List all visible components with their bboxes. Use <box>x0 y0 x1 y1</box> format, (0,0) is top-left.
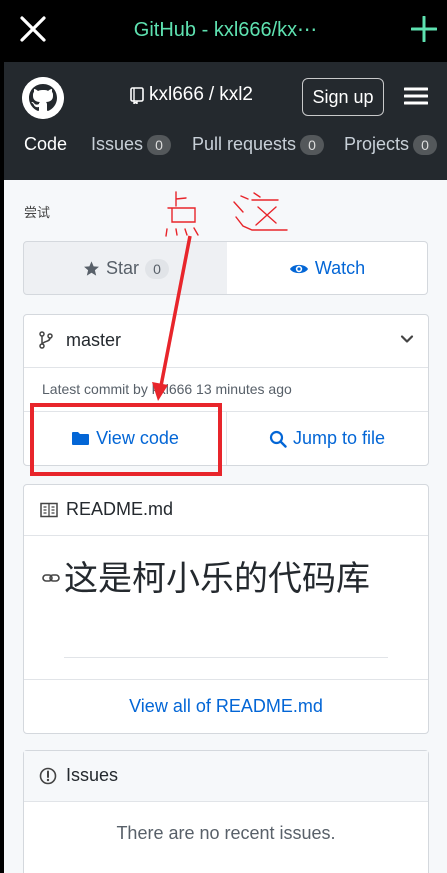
issues-panel: Issues There are no recent issues. <box>23 750 429 873</box>
readme-panel: README.md 这是柯小乐的代码库 View all of README.m… <box>23 484 429 734</box>
star-button[interactable]: Star 0 <box>23 241 229 295</box>
repo-name-link[interactable]: kxl2 <box>219 84 253 106</box>
tab-label: Code <box>24 134 68 154</box>
plus-icon[interactable] <box>411 16 437 42</box>
latest-commit-text: Latest commit by kxl666 13 minutes ago <box>42 381 292 397</box>
heading-divider <box>64 657 388 658</box>
close-icon[interactable] <box>18 14 48 44</box>
eye-icon <box>289 264 308 273</box>
view-all-readme-link[interactable]: View all of README.md <box>24 679 428 734</box>
tab-issues[interactable]: Issues 0 <box>91 134 172 155</box>
tab-code[interactable]: Code <box>24 134 67 155</box>
star-icon <box>84 261 99 276</box>
folder-icon <box>72 432 90 445</box>
repo-path: kxl666 / kxl2 <box>130 84 253 106</box>
view-code-button[interactable]: View code <box>24 412 227 465</box>
projects-count-badge: 0 <box>413 134 438 155</box>
branch-panel: master Latest commit by kxl666 13 minute… <box>23 314 429 466</box>
view-code-label: View code <box>96 428 179 448</box>
browser-top-bar: GitHub - kxl666/kx⋯ <box>4 0 447 62</box>
issues-count-badge: 0 <box>147 134 172 155</box>
link-icon[interactable] <box>42 571 60 585</box>
star-label: Star <box>105 258 139 278</box>
pull-requests-count-badge: 0 <box>300 134 325 155</box>
watch-button[interactable]: Watch <box>227 241 428 295</box>
readme-heading: 这是柯小乐的代码库 <box>64 560 370 598</box>
repo-separator: / <box>208 84 215 105</box>
issues-header: Issues <box>24 751 428 802</box>
chevron-down-icon <box>400 335 414 343</box>
no-issues-text: There are no recent issues. <box>116 823 336 843</box>
sign-up-button[interactable]: Sign up <box>302 78 384 116</box>
tab-pull-requests[interactable]: Pull requests 0 <box>192 134 325 155</box>
repo-icon <box>130 86 144 104</box>
search-icon <box>269 430 287 448</box>
code-actions: View code Jump to file <box>24 411 428 465</box>
branch-selector[interactable]: master <box>24 315 428 368</box>
browser-title: GitHub - kxl666/kx⋯ <box>133 19 318 41</box>
repo-owner-link[interactable]: kxl666 <box>149 84 204 106</box>
tab-label: Pull requests <box>192 134 297 154</box>
branch-name: master <box>66 330 122 350</box>
readme-header: README.md <box>24 485 428 536</box>
tab-label: Projects <box>344 134 410 154</box>
readme-filename: README.md <box>66 499 174 519</box>
issue-opened-icon <box>39 767 57 785</box>
github-logo-icon[interactable] <box>22 77 64 119</box>
tab-label: Issues <box>91 134 144 154</box>
repo-description: 尝试 <box>24 205 51 220</box>
issues-title: Issues <box>66 765 119 785</box>
tab-projects[interactable]: Projects 0 <box>344 134 438 155</box>
star-count-badge: 0 <box>145 258 169 279</box>
git-branch-icon <box>39 331 53 349</box>
github-mobile-page: GitHub - kxl666/kx⋯ kxl666 / kxl2 Sign u… <box>4 0 447 873</box>
watch-label: Watch <box>314 258 366 278</box>
hamburger-menu-icon[interactable] <box>404 86 428 106</box>
github-header: kxl666 / kxl2 Sign up Code Issues 0 Pull… <box>4 62 447 180</box>
jump-to-file-button[interactable]: Jump to file <box>226 412 428 465</box>
jump-to-file-label: Jump to file <box>292 428 386 448</box>
repo-nav: Code Issues 0 Pull requests 0 Projects 0 <box>4 134 447 164</box>
book-icon <box>40 502 58 518</box>
